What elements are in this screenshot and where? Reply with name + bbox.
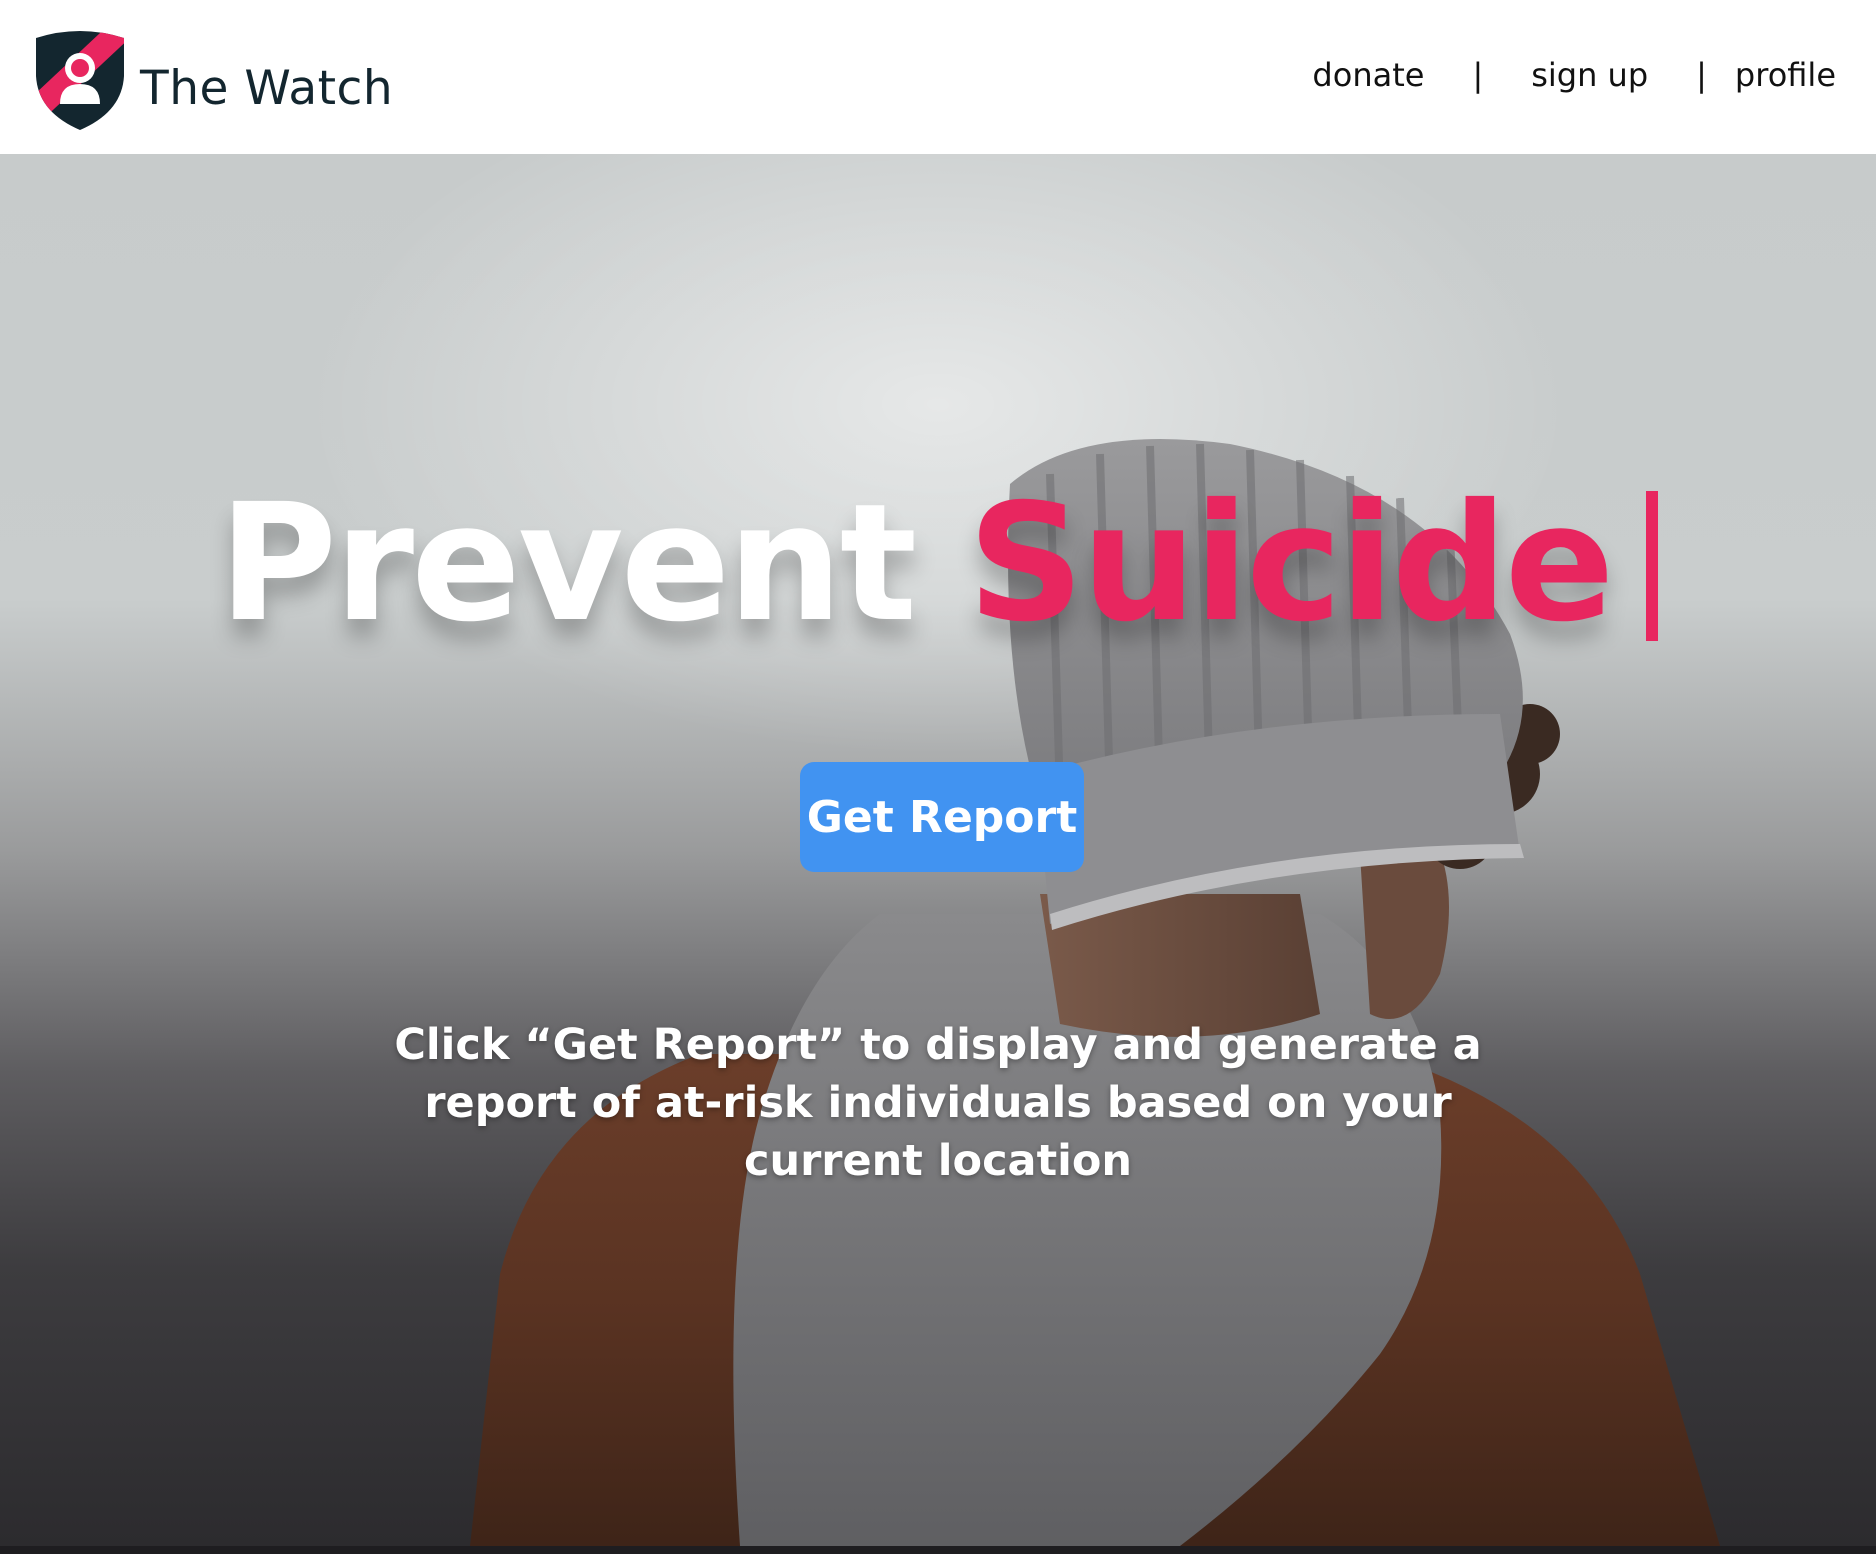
nav-profile-link[interactable]: profile xyxy=(1735,56,1836,94)
site-header: The Watch donate | sign up | profile xyxy=(0,0,1876,154)
shield-logo-icon xyxy=(36,31,124,130)
bottom-edge xyxy=(0,1546,1876,1554)
nav-donate-link[interactable]: donate xyxy=(1312,56,1424,94)
hero-title: Prevent Suicide xyxy=(0,470,1876,658)
typing-cursor xyxy=(1645,491,1658,641)
hero-title-prevent: Prevent xyxy=(218,470,917,658)
nav-separator: | xyxy=(1472,56,1484,94)
top-nav: donate | sign up | profile xyxy=(1312,50,1836,100)
brand[interactable]: The Watch xyxy=(30,24,393,134)
brand-name: The Watch xyxy=(140,60,394,116)
hero-title-suicide: Suicide xyxy=(967,470,1615,658)
hero-section: Prevent Suicide Get Report Click “Get Re… xyxy=(0,154,1876,1546)
nav-sign-up-link[interactable]: sign up xyxy=(1531,56,1648,94)
hero-description: Click “Get Report” to display and genera… xyxy=(394,1020,1482,1186)
get-report-button[interactable]: Get Report xyxy=(800,762,1084,872)
nav-separator: | xyxy=(1696,56,1707,94)
